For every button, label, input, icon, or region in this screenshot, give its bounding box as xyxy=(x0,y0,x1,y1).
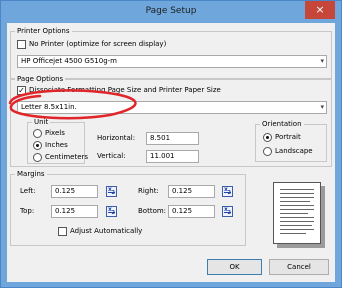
close-button[interactable]: × xyxy=(305,1,335,19)
title-bar: Page Setup × xyxy=(1,1,341,23)
landscape-radio[interactable] xyxy=(263,147,272,156)
unit-group: Unit Pixels Inches Centimeters xyxy=(27,118,89,164)
printer-options-group: Printer Options No Printer (optimize for… xyxy=(10,27,332,79)
preview-line xyxy=(280,197,314,198)
calc-divisor: 2 xyxy=(227,210,231,216)
page-size-select-value: Letter 8.5x11in. xyxy=(21,103,77,111)
unit-inches-radio[interactable] xyxy=(33,141,42,150)
unit-inches-label: Inches xyxy=(45,141,68,149)
chevron-down-icon: ▾ xyxy=(320,103,324,111)
top-margin-calc-button[interactable]: x2 xyxy=(106,206,117,217)
top-margin-label: Top: xyxy=(20,207,35,215)
vertical-input[interactable]: 11.001 xyxy=(146,150,199,163)
dissociate-label: Dissociate Formatting Page Size and Prin… xyxy=(29,86,221,94)
horizontal-input[interactable]: 8.501 xyxy=(146,132,199,145)
unit-title: Unit xyxy=(32,118,51,126)
calc-divisor: 2 xyxy=(111,210,115,216)
preview-line xyxy=(280,225,312,226)
portrait-radio[interactable] xyxy=(263,133,272,142)
bottom-margin-input[interactable]: 0.125 xyxy=(168,205,215,218)
left-margin-input[interactable]: 0.125 xyxy=(51,185,98,198)
page-size-select[interactable]: Letter 8.5x11in. ▾ xyxy=(17,101,327,114)
printer-options-title: Printer Options xyxy=(15,27,72,35)
adjust-automatically-label: Adjust Automatically xyxy=(70,227,143,235)
dissociate-checkbox[interactable]: ✓ xyxy=(17,86,26,95)
left-margin-label: Left: xyxy=(20,187,36,195)
unit-centimeters-label: Centimeters xyxy=(45,153,89,161)
preview-line xyxy=(280,201,310,202)
portrait-label: Portrait xyxy=(275,133,301,141)
calc-divisor: 2 xyxy=(111,190,115,196)
right-margin-input[interactable]: 0.125 xyxy=(168,185,215,198)
preview-line xyxy=(280,213,308,214)
page-preview-icon xyxy=(273,182,321,244)
right-margin-calc-button[interactable]: x2 xyxy=(222,186,233,197)
preview-line xyxy=(280,221,314,222)
margins-group: Margins Left: 0.125 x2 Right: 0.125 x2 T… xyxy=(10,170,246,246)
preview-line xyxy=(280,209,314,210)
no-printer-checkbox[interactable] xyxy=(17,40,26,49)
preview-line xyxy=(280,189,314,190)
unit-pixels-radio[interactable] xyxy=(33,129,42,138)
page-setup-window: Page Setup × Printer Options No Printer … xyxy=(0,0,342,288)
left-margin-calc-button[interactable]: x2 xyxy=(106,186,117,197)
bottom-margin-calc-button[interactable]: x2 xyxy=(222,206,233,217)
preview-line xyxy=(280,205,314,206)
orientation-title: Orientation xyxy=(260,120,304,128)
chevron-down-icon: ▾ xyxy=(320,57,324,65)
horizontal-label: Horizontal: xyxy=(97,134,136,142)
margins-title: Margins xyxy=(15,170,47,178)
preview-line xyxy=(280,217,314,218)
printer-select-value: HP Officejet 4500 G510g-m xyxy=(21,57,117,65)
preview-line xyxy=(280,233,306,234)
orientation-group: Orientation Portrait Landscape xyxy=(255,120,327,162)
printer-select[interactable]: HP Officejet 4500 G510g-m ▾ xyxy=(17,55,327,68)
vertical-label: Vertical: xyxy=(97,152,126,160)
right-margin-label: Right: xyxy=(138,187,159,195)
landscape-label: Landscape xyxy=(275,147,313,155)
top-margin-input[interactable]: 0.125 xyxy=(51,205,98,218)
page-options-group: Page Options ✓ Dissociate Formatting Pag… xyxy=(10,75,332,167)
bottom-margin-label: Bottom: xyxy=(138,207,167,215)
dialog-body: Printer Options No Printer (optimize for… xyxy=(7,23,335,282)
adjust-automatically-checkbox[interactable] xyxy=(58,227,67,236)
window-title: Page Setup xyxy=(145,6,197,16)
cancel-button[interactable]: Cancel xyxy=(269,259,329,275)
ok-button[interactable]: OK xyxy=(207,259,262,275)
unit-centimeters-radio[interactable] xyxy=(33,153,42,162)
unit-pixels-label: Pixels xyxy=(45,129,65,137)
calc-divisor: 2 xyxy=(227,190,231,196)
preview-line xyxy=(280,193,314,194)
no-printer-label: No Printer (optimize for screen display) xyxy=(29,40,167,48)
preview-line xyxy=(280,229,314,230)
page-options-title: Page Options xyxy=(15,75,66,83)
